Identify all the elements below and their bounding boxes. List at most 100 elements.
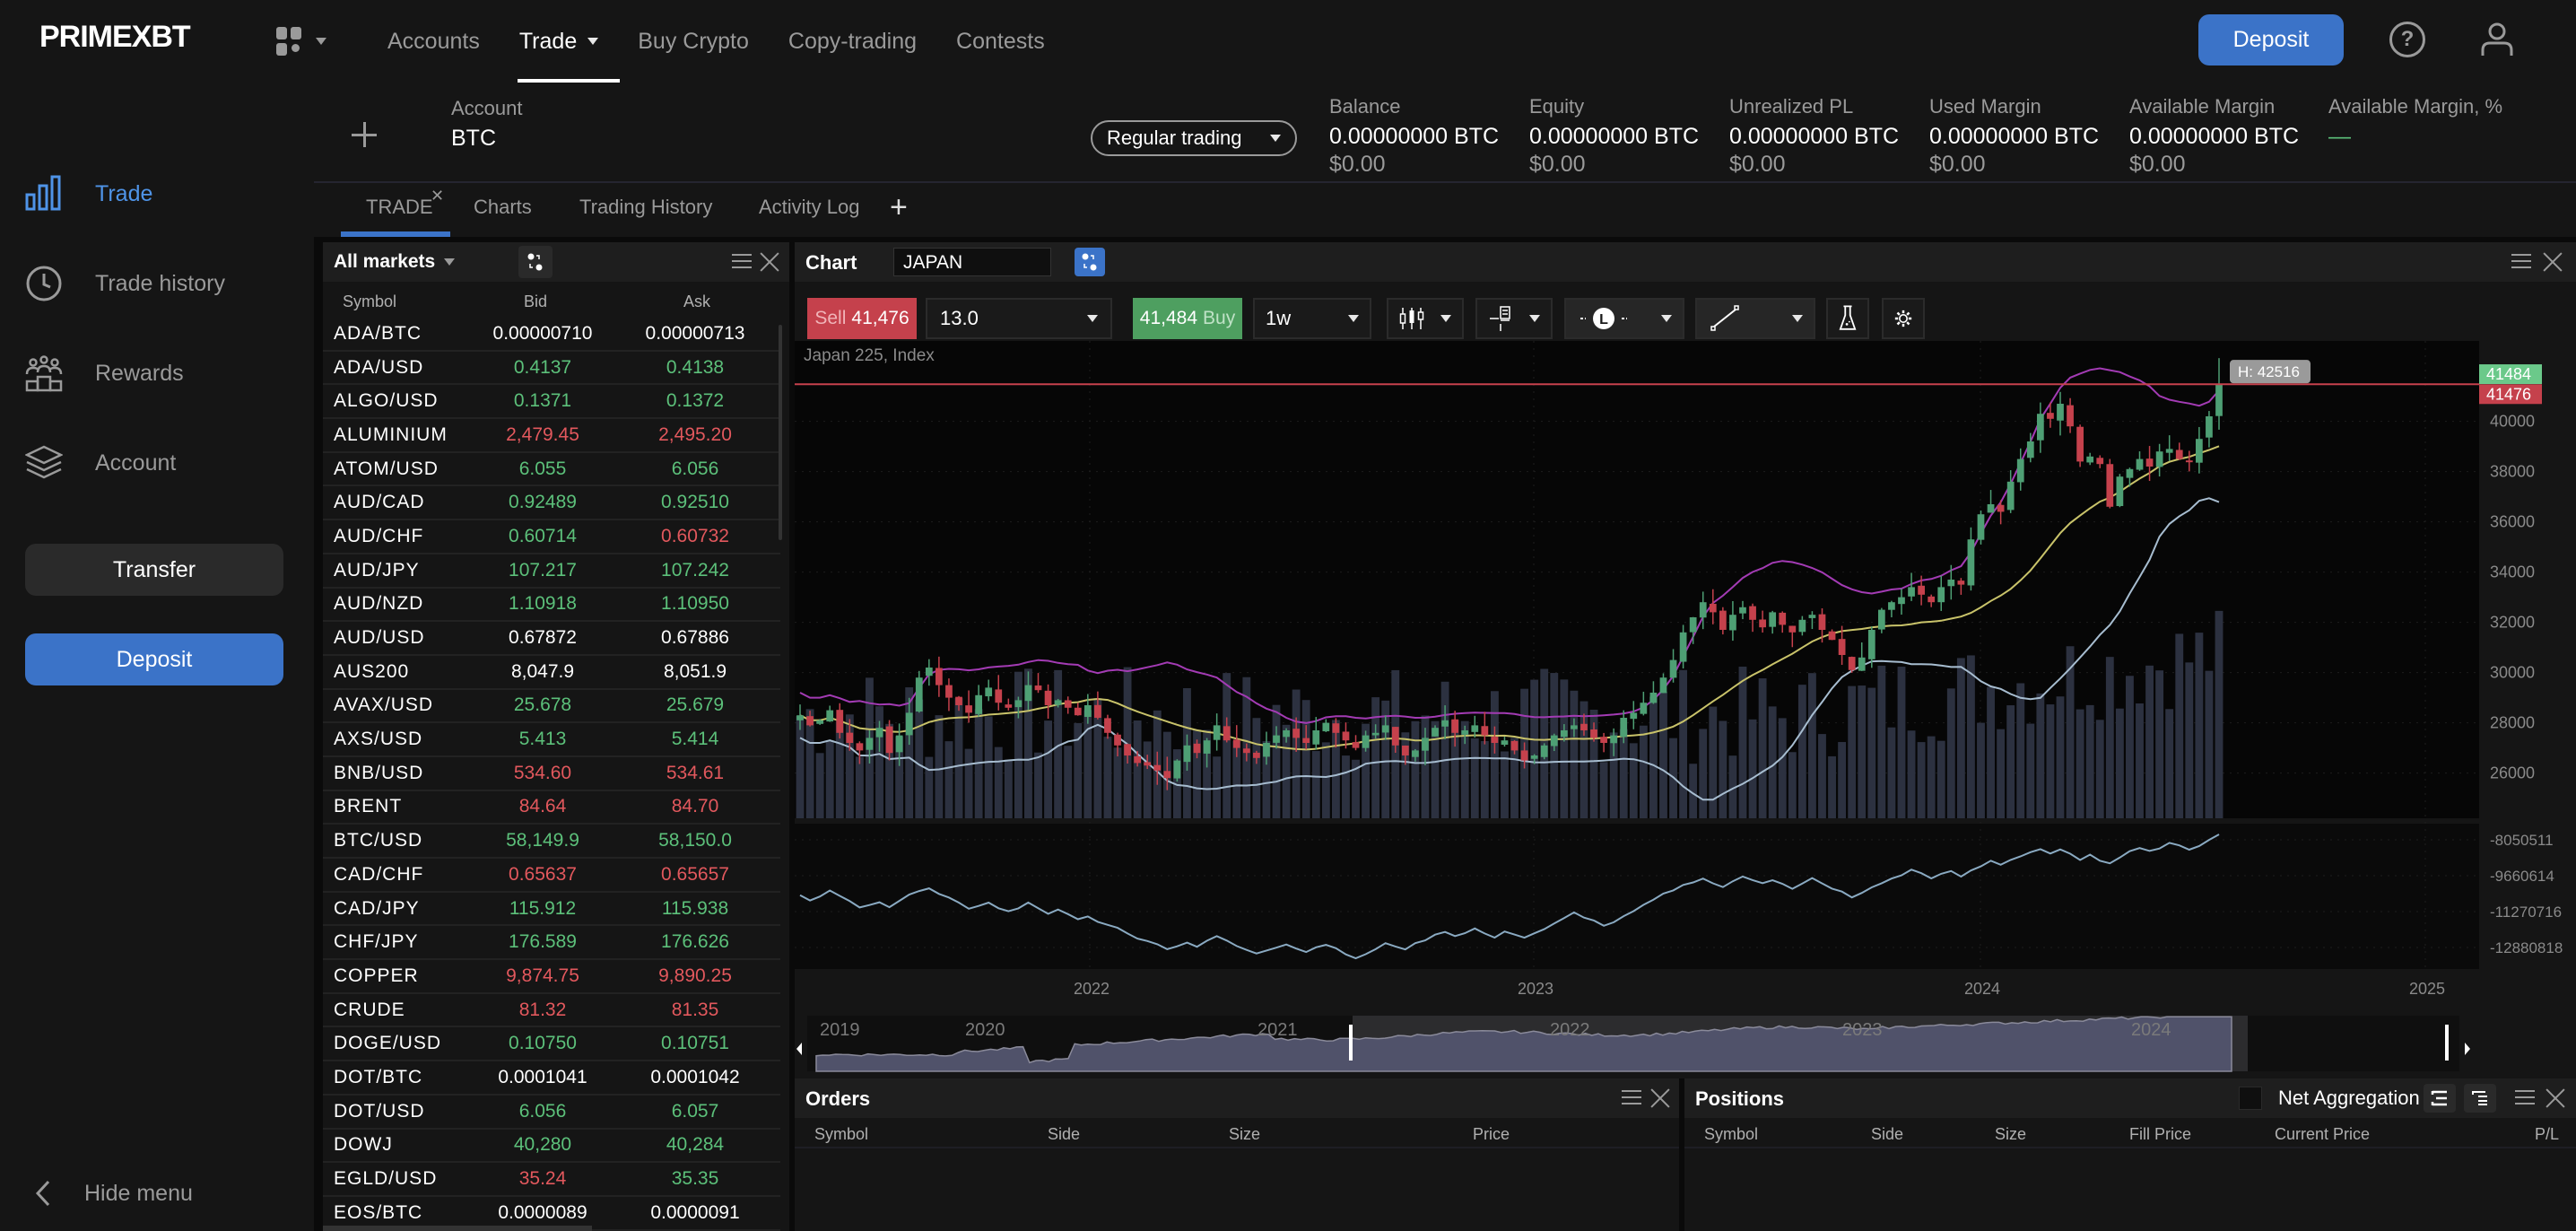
market-row[interactable]: ALUMINIUM 2,479.45 2,495.20 — [323, 419, 780, 453]
market-row[interactable]: AUD/NZD 1.10918 1.10950 — [323, 589, 780, 623]
nav-trade[interactable]: Trade — [500, 0, 621, 83]
market-row[interactable]: ADA/BTC 0.00000710 0.00000713 — [323, 318, 780, 352]
deposit-button[interactable]: Deposit — [2198, 14, 2344, 65]
column-header-size[interactable]: Size — [1229, 1125, 1260, 1144]
close-panel-icon[interactable] — [2543, 252, 2563, 272]
nav-copy-trading[interactable]: Copy-trading — [769, 0, 936, 83]
link-group-button[interactable] — [1075, 248, 1105, 276]
hide-menu-button[interactable]: Hide menu — [34, 1179, 193, 1208]
sidebar-item-trade-history[interactable]: Trade history — [25, 257, 294, 310]
chart-settings-button[interactable] — [1882, 298, 1925, 339]
column-header-price[interactable]: Price — [1473, 1125, 1510, 1144]
market-row[interactable]: DOGE/USD 0.10750 0.10751 — [323, 1027, 780, 1062]
chart-type-select[interactable] — [1387, 298, 1464, 339]
buy-button[interactable]: 41,484 Buy — [1133, 298, 1242, 339]
market-row[interactable]: AUS200 8,047.9 8,051.9 — [323, 656, 780, 690]
chart-area[interactable]: 26000 28000 30000 32000 34000 36000 38000 40000… — [795, 341, 2576, 1078]
market-row[interactable]: AUD/CHF 0.60714 0.60732 — [323, 520, 780, 554]
account-label: Account — [451, 97, 523, 119]
account-currency[interactable]: BTC — [451, 126, 496, 152]
positions-table-header: Symbol Side Size Fill Price Current Pric… — [1684, 1118, 2576, 1148]
tab-trading-history[interactable]: Trading History — [579, 196, 712, 219]
market-row[interactable]: COPPER 9,874.75 9,890.25 — [323, 960, 780, 994]
market-row[interactable]: AUD/USD 0.67872 0.67886 — [323, 622, 780, 656]
market-row[interactable]: CRUDE 81.32 81.35 — [323, 994, 780, 1028]
column-header-side[interactable]: Side — [1871, 1125, 1903, 1144]
column-header-symbol[interactable]: Symbol — [343, 292, 396, 311]
column-header-size[interactable]: Size — [1995, 1125, 2026, 1144]
market-row[interactable]: BTC/USD 58,149.9 58,150.0 — [323, 825, 780, 859]
link-group-button[interactable] — [518, 246, 553, 278]
tree-view-button[interactable] — [2464, 1084, 2496, 1113]
close-panel-icon[interactable] — [1650, 1088, 1670, 1108]
vertical-scrollbar[interactable] — [779, 325, 782, 540]
net-aggregation-checkbox[interactable] — [2239, 1087, 2262, 1110]
market-row[interactable]: ATOM/USD 6.055 6.056 — [323, 453, 780, 487]
column-header-symbol[interactable]: Symbol — [814, 1125, 868, 1144]
trading-mode-select[interactable]: Regular trading — [1091, 120, 1297, 156]
timeframe-select[interactable]: 1w — [1253, 298, 1371, 339]
column-header-side[interactable]: Side — [1048, 1125, 1080, 1144]
list-view-button[interactable] — [2424, 1084, 2456, 1113]
panel-menu-icon[interactable] — [732, 254, 752, 270]
stat-label: Available Margin, % — [2328, 95, 2503, 118]
add-account-plus-icon[interactable] — [352, 122, 377, 147]
chart-symbol-input[interactable]: JAPAN — [893, 248, 1051, 276]
market-row[interactable]: AUD/JPY 107.217 107.242 — [323, 554, 780, 589]
volume-bar — [1807, 673, 1816, 818]
market-row[interactable]: AXS/USD 5.413 5.414 — [323, 723, 780, 757]
transfer-button[interactable]: Transfer — [25, 544, 283, 596]
sidebar-item-rewards[interactable]: Rewards — [25, 346, 294, 400]
market-row[interactable]: DOT/BTC 0.0001041 0.0001042 — [323, 1061, 780, 1096]
sidebar-item-account[interactable]: Account — [25, 436, 294, 490]
market-row[interactable]: EGLD/USD 35.24 35.35 — [323, 1163, 780, 1197]
markets-filter-dropdown[interactable]: All markets — [334, 251, 456, 273]
candle-body — [1779, 612, 1787, 625]
sidebar-deposit-button[interactable]: Deposit — [25, 633, 283, 685]
add-tab-plus-icon[interactable]: + — [890, 190, 908, 225]
tab-trade[interactable]: TRADE — [366, 196, 433, 219]
market-row[interactable]: ALGO/USD 0.1371 0.1372 — [323, 385, 780, 420]
question-circle-icon[interactable]: ? — [2389, 22, 2425, 57]
sell-button[interactable]: Sell 41,476 — [807, 298, 917, 339]
column-header-fill-price[interactable]: Fill Price — [2129, 1125, 2191, 1144]
market-row[interactable]: AUD/CAD 0.92489 0.92510 — [323, 486, 780, 521]
price-chart[interactable]: 26000 28000 30000 32000 34000 36000 38000 40000… — [795, 341, 2576, 1078]
user-icon[interactable] — [2477, 20, 2517, 59]
quantity-select[interactable]: 13.0 — [926, 298, 1112, 339]
market-row[interactable]: DOT/USD 6.056 6.057 — [323, 1096, 780, 1130]
market-row[interactable]: CAD/JPY 115.912 115.938 — [323, 893, 780, 927]
column-header-pl[interactable]: P/L — [2535, 1125, 2559, 1144]
indicators-select[interactable] — [1475, 298, 1553, 339]
column-header-ask[interactable]: Ask — [683, 292, 710, 311]
close-panel-icon[interactable] — [760, 252, 779, 272]
column-header-current-price[interactable]: Current Price — [2275, 1125, 2370, 1144]
market-row[interactable]: AVAX/USD 25.678 25.679 — [323, 690, 780, 724]
nav-contests[interactable]: Contests — [936, 0, 1065, 83]
close-panel-icon[interactable] — [2546, 1088, 2565, 1108]
nav-buy-crypto[interactable]: Buy Crypto — [618, 0, 769, 83]
market-row[interactable]: ADA/USD 0.4137 0.4138 — [323, 352, 780, 386]
market-row[interactable]: BNB/USD 534.60 534.61 — [323, 757, 780, 791]
tab-charts[interactable]: Charts — [474, 196, 532, 219]
panel-menu-icon[interactable] — [1622, 1090, 1641, 1106]
market-row[interactable]: DOWJ 40,280 40,284 — [323, 1130, 780, 1164]
market-row[interactable]: CHF/JPY 176.589 176.626 — [323, 926, 780, 961]
column-header-bid[interactable]: Bid — [524, 292, 547, 311]
nav-accounts[interactable]: Accounts — [368, 0, 500, 83]
line-style-select[interactable]: L — [1564, 298, 1684, 339]
price-tick-label: 26000 — [2490, 764, 2535, 782]
horizontal-scrollbar[interactable] — [323, 1226, 592, 1231]
close-tab-icon[interactable]: ✕ — [431, 187, 444, 205]
studies-button[interactable] — [1826, 298, 1869, 339]
column-header-symbol[interactable]: Symbol — [1704, 1125, 1758, 1144]
apps-menu-button[interactable] — [276, 23, 341, 59]
market-row[interactable]: CAD/CHF 0.65637 0.65657 — [323, 859, 780, 893]
panel-menu-icon[interactable] — [2515, 1090, 2535, 1106]
sidebar-item-trade[interactable]: Trade — [25, 167, 294, 221]
panel-menu-icon[interactable] — [2511, 254, 2531, 270]
market-row[interactable]: BRENT 84.64 84.70 — [323, 791, 780, 825]
brand-logo[interactable]: PRIMEXBT — [39, 20, 191, 55]
drawing-tools-select[interactable] — [1695, 298, 1815, 339]
tab-activity-log[interactable]: Activity Log — [759, 196, 860, 219]
